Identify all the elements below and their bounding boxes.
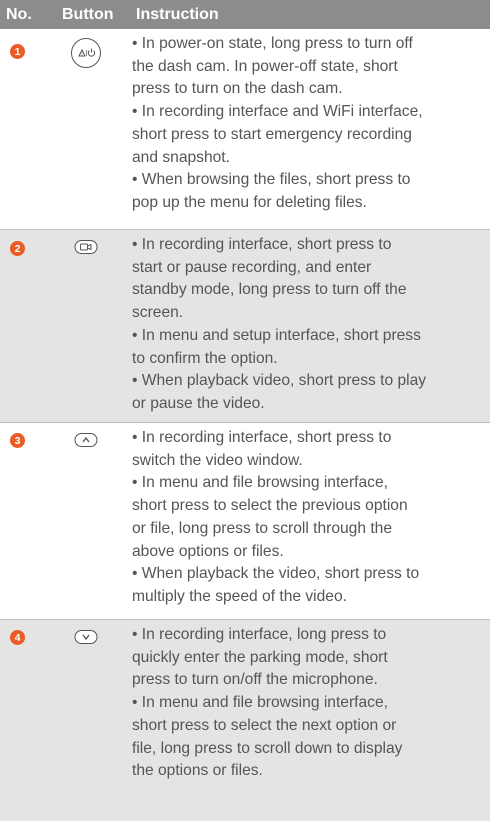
- header-no: No.: [6, 5, 32, 23]
- row-number-badge: 4: [10, 630, 25, 645]
- row-number-badge: 1: [10, 44, 25, 59]
- header-button: Button: [62, 5, 114, 23]
- svg-text:!: !: [81, 51, 82, 56]
- table-row: 2 • In recording interface, short press …: [0, 230, 490, 423]
- record-button-icon: [74, 239, 98, 260]
- table-header: No. Button Instruction: [0, 0, 490, 29]
- instruction-text: • In recording interface, short press to…: [132, 236, 427, 412]
- table-row: 1 ! • In power-on state, long press to t…: [0, 29, 490, 230]
- row-number-badge: 3: [10, 433, 25, 448]
- down-button-icon: [74, 629, 98, 650]
- instruction-text: • In recording interface, long press to …: [132, 626, 403, 780]
- table-row: 4 • In recording interface, long press t…: [0, 620, 490, 821]
- power-emergency-icon: !: [70, 37, 102, 74]
- table-row: 3 • In recording interface, short press …: [0, 423, 490, 620]
- instruction-text: • In power-on state, long press to turn …: [132, 35, 423, 211]
- header-instruction: Instruction: [136, 5, 219, 23]
- up-button-icon: [74, 432, 98, 453]
- button-instruction-table: No. Button Instruction 1 ! • In power-on…: [0, 0, 490, 821]
- row-number-badge: 2: [10, 241, 25, 256]
- instruction-text: • In recording interface, short press to…: [132, 429, 420, 605]
